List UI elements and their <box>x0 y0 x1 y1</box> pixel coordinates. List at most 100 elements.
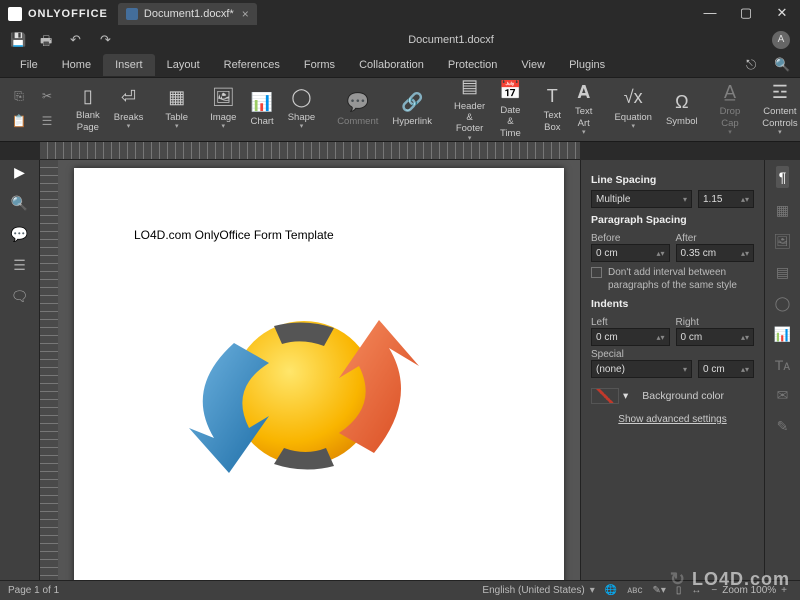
image-icon: 🖼 <box>212 87 235 109</box>
content-controls-icon: ☲ <box>772 82 788 104</box>
table-button[interactable]: ▦Table▾ <box>159 82 194 137</box>
line-spacing-title: Line Spacing <box>591 174 754 186</box>
paste-icon[interactable]: 📋 <box>10 114 28 130</box>
spellcheck-icon[interactable]: 🌐 <box>605 585 617 596</box>
paragraph-settings-icon[interactable]: ¶ <box>776 166 790 188</box>
save-icon[interactable]: 💾 <box>10 32 30 48</box>
document-tab-filename: Document1.docxf* <box>144 8 234 20</box>
line-spacing-value-input[interactable]: 1.15▴▾ <box>698 190 754 208</box>
hyperlink-button[interactable]: 🔗Hyperlink <box>386 82 438 137</box>
document-canvas[interactable]: LO4D.com OnlyOffice Form Template <box>58 160 580 580</box>
tab-forms[interactable]: Forms <box>292 54 347 76</box>
tab-file[interactable]: File <box>8 54 50 76</box>
image-button[interactable]: 🖼Image▾ <box>204 82 242 137</box>
status-bar: Page 1 of 1 English (United States) ▾ 🌐 … <box>0 580 800 600</box>
cursor-tool-icon[interactable]: ▶ <box>14 164 25 181</box>
indent-left-label: Left <box>591 317 670 328</box>
headings-panel-icon[interactable]: ☰ <box>13 257 26 274</box>
special-label: Special <box>591 349 754 360</box>
mailmerge-settings-icon[interactable]: ✉ <box>777 387 789 404</box>
track-changes-icon[interactable]: ✎▾ <box>652 585 665 596</box>
text-box-button[interactable]: TText Box <box>538 82 567 137</box>
tab-view[interactable]: View <box>509 54 557 76</box>
breaks-icon: ⏎ <box>121 87 136 109</box>
background-color-swatch[interactable] <box>591 388 619 404</box>
print-icon[interactable]: 🖶 <box>40 32 60 48</box>
zoom-level[interactable]: Zoom 100% <box>722 585 776 596</box>
tab-collaboration[interactable]: Collaboration <box>347 54 436 76</box>
shape-icon: ◯ <box>291 87 311 109</box>
document-tab[interactable]: Document1.docxf* × <box>118 3 257 25</box>
shape-button[interactable]: ◯Shape▾ <box>282 82 321 137</box>
horizontal-ruler[interactable] <box>40 142 580 160</box>
tab-references[interactable]: References <box>212 54 292 76</box>
line-spacing-mode-select[interactable]: Multiple▾ <box>591 190 692 208</box>
language-select[interactable]: English (United States) <box>482 585 584 596</box>
tab-protection[interactable]: Protection <box>436 54 510 76</box>
tab-plugins[interactable]: Plugins <box>557 54 617 76</box>
chart-icon: 📊 <box>251 92 273 114</box>
maximize-button[interactable]: ▢ <box>728 0 764 28</box>
spacing-before-input[interactable]: 0 cm▴▾ <box>591 244 670 262</box>
vertical-ruler[interactable] <box>40 160 58 580</box>
document-page[interactable]: LO4D.com OnlyOffice Form Template <box>74 168 564 580</box>
symbol-button[interactable]: ΩSymbol <box>660 82 704 137</box>
tab-insert[interactable]: Insert <box>103 54 155 76</box>
spacing-after-input[interactable]: 0.35 cm▴▾ <box>676 244 755 262</box>
image-settings-icon[interactable]: 🖼 <box>774 233 792 250</box>
tab-layout[interactable]: Layout <box>155 54 212 76</box>
header-settings-icon[interactable]: ▤ <box>776 264 789 281</box>
document-image[interactable] <box>174 288 434 521</box>
blank-page-button[interactable]: ▯Blank Page <box>70 82 106 137</box>
fit-width-icon[interactable]: ↔ <box>691 585 701 596</box>
search-icon[interactable]: 🔍 <box>774 57 792 73</box>
textart-settings-icon[interactable]: Tᴀ <box>775 357 791 373</box>
close-window-button[interactable]: ✕ <box>764 0 800 28</box>
minimize-button[interactable]: — <box>692 0 728 28</box>
shape-settings-icon[interactable]: ◯ <box>775 295 791 312</box>
text-art-button[interactable]: 𝐀Text Art▾ <box>569 82 598 137</box>
redo-icon[interactable]: ↷ <box>100 32 120 48</box>
background-color-label: Background color <box>642 390 724 402</box>
header-footer-button[interactable]: ▤Header & Footer▾ <box>448 82 491 137</box>
select-all-icon[interactable]: ☰ <box>38 114 56 130</box>
table-settings-icon[interactable]: ▦ <box>776 202 789 219</box>
copy-icon[interactable]: ⎘ <box>10 89 28 105</box>
indent-left-input[interactable]: 0 cm▴▾ <box>591 328 670 346</box>
special-indent-value[interactable]: 0 cm▴▾ <box>698 360 754 378</box>
special-indent-select[interactable]: (none)▾ <box>591 360 692 378</box>
zoom-out-icon[interactable]: − <box>711 585 717 596</box>
chart-settings-icon[interactable]: 📊 <box>774 326 791 343</box>
fit-page-icon[interactable]: ▯ <box>676 585 682 596</box>
close-tab-icon[interactable]: × <box>242 7 249 21</box>
chart-button[interactable]: 📊Chart <box>244 82 279 137</box>
open-file-location-icon[interactable]: ⎋ <box>746 57 764 73</box>
signature-settings-icon[interactable]: ✎ <box>777 418 789 435</box>
abc-icon[interactable]: ᴀʙᴄ <box>627 585 642 596</box>
zoom-in-icon[interactable]: + <box>781 585 787 596</box>
hyperlink-icon: 🔗 <box>401 92 423 114</box>
comment-button: 💬Comment <box>331 82 384 137</box>
comment-icon: 💬 <box>347 92 369 114</box>
feedback-icon[interactable]: 🗨 <box>11 288 29 305</box>
equation-button[interactable]: √xEquation▾ <box>608 82 658 137</box>
user-avatar[interactable]: A <box>772 31 790 49</box>
document-body-text[interactable]: LO4D.com OnlyOffice Form Template <box>134 228 334 242</box>
cut-icon[interactable]: ✂ <box>38 89 56 105</box>
no-interval-checkbox[interactable]: Don't add interval between paragraphs of… <box>591 266 754 292</box>
undo-icon[interactable]: ↶ <box>70 32 90 48</box>
show-advanced-link[interactable]: Show advanced settings <box>591 414 754 425</box>
date-time-button[interactable]: 📅Date & Time <box>493 82 527 137</box>
left-toolbar: ▶ 🔍 💬 ☰ 🗨 <box>0 160 40 580</box>
date-time-icon: 📅 <box>499 80 521 102</box>
before-label: Before <box>591 233 670 244</box>
breaks-button[interactable]: ⏎Breaks▾ <box>108 82 150 137</box>
find-tool-icon[interactable]: 🔍 <box>11 195 28 212</box>
page-count[interactable]: Page 1 of 1 <box>8 585 59 596</box>
comments-panel-icon[interactable]: 💬 <box>11 226 28 243</box>
checkbox-icon <box>591 267 602 278</box>
tab-home[interactable]: Home <box>50 54 103 76</box>
content-controls-button[interactable]: ☲Content Controls▾ <box>756 82 800 137</box>
indent-right-input[interactable]: 0 cm▴▾ <box>676 328 755 346</box>
text-box-icon: T <box>547 86 558 108</box>
